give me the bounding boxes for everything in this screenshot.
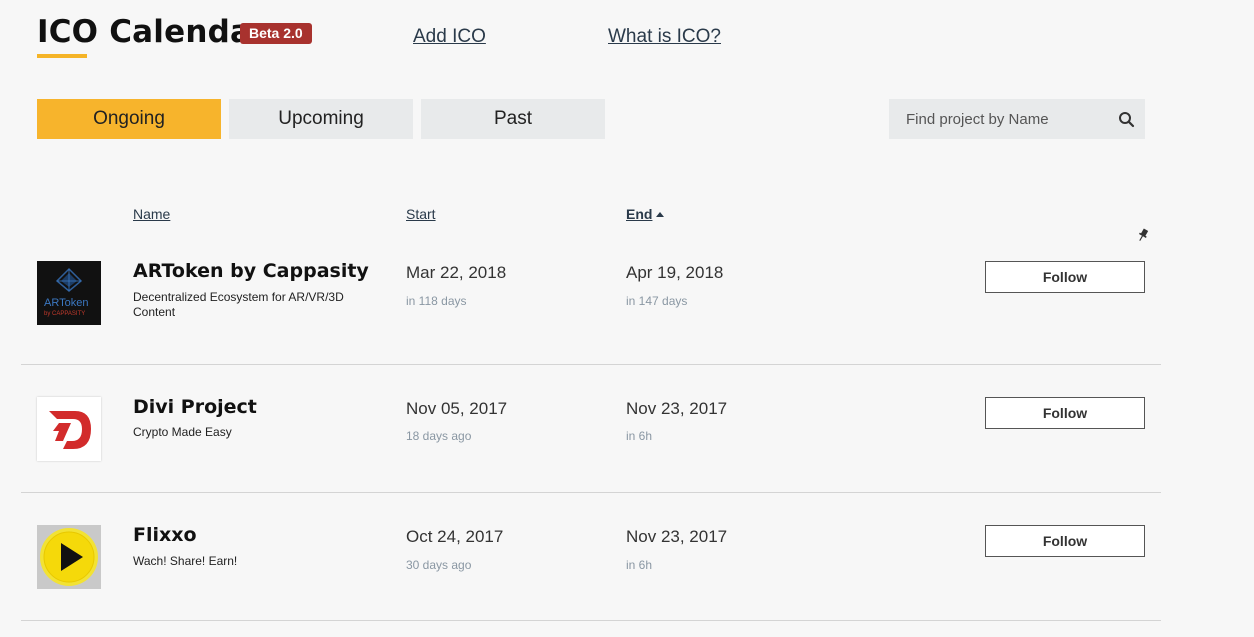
add-ico-link[interactable]: Add ICO: [413, 26, 486, 48]
column-header-name[interactable]: Name: [133, 206, 170, 222]
search-input[interactable]: [904, 109, 1108, 129]
site-title[interactable]: ICO Calendar: [37, 14, 267, 50]
start-relative: in 118 days: [406, 294, 467, 308]
end-relative: in 6h: [626, 558, 653, 572]
divi-logo-graphic: [49, 411, 91, 449]
project-description: Decentralized Ecosystem for AR/VR/3D Con…: [133, 290, 344, 319]
tab-past[interactable]: Past: [421, 99, 605, 139]
end-date: Nov 23, 2017: [626, 399, 728, 418]
tab-upcoming[interactable]: Upcoming: [229, 99, 413, 139]
end-date: Apr 19, 2018: [626, 263, 724, 282]
end-relative: in 147 days: [626, 294, 688, 308]
tab-ongoing[interactable]: Ongoing: [37, 99, 221, 139]
follow-button[interactable]: Follow: [985, 525, 1145, 557]
flixxo-logo[interactable]: [37, 525, 101, 589]
column-header-end-label: End: [626, 206, 653, 222]
flixxo-logo-graphic: [40, 528, 98, 586]
start-date: Mar 22, 2018: [406, 263, 507, 282]
start-date: Nov 05, 2017: [406, 399, 508, 418]
project-row[interactable]: ARToken by CAPPASITY ARToken by Cappasit…: [21, 236, 1161, 364]
sort-up-icon: [656, 212, 665, 217]
column-header-end[interactable]: End: [626, 206, 665, 222]
search-box: [889, 99, 1145, 139]
end-date: Nov 23, 2017: [626, 527, 728, 546]
artoken-logo-text: ARToken: [44, 297, 89, 309]
search-icon[interactable]: [1118, 111, 1135, 128]
project-row[interactable]: Flixxo Wach! Share! Earn! Oct 24, 2017 3…: [21, 492, 1161, 621]
row-divider: [21, 620, 1161, 621]
site-header: ICO Calendar Beta 2.0 Add ICO What is IC…: [37, 14, 1157, 64]
project-description: Wach! Share! Earn!: [133, 554, 238, 568]
end-relative: in 6h: [626, 429, 653, 443]
title-underline: [37, 54, 87, 58]
artoken-logo[interactable]: ARToken by CAPPASITY: [37, 261, 101, 325]
project-name[interactable]: Divi Project: [133, 396, 257, 418]
project-row[interactable]: Divi Project Crypto Made Easy Nov 05, 20…: [21, 364, 1161, 493]
project-name[interactable]: Flixxo: [133, 524, 197, 546]
column-header-start[interactable]: Start: [406, 206, 436, 222]
start-relative: 30 days ago: [406, 558, 472, 572]
divi-logo[interactable]: [37, 397, 101, 461]
what-is-ico-link[interactable]: What is ICO?: [608, 26, 721, 48]
follow-button[interactable]: Follow: [985, 397, 1145, 429]
beta-badge: Beta 2.0: [240, 23, 312, 44]
artoken-logo-subtext: by CAPPASITY: [44, 311, 86, 317]
start-date: Oct 24, 2017: [406, 527, 504, 546]
start-relative: 18 days ago: [406, 429, 472, 443]
project-description: Crypto Made Easy: [133, 425, 232, 439]
follow-button[interactable]: Follow: [985, 261, 1145, 293]
project-name[interactable]: ARToken by Cappasity: [133, 260, 369, 282]
